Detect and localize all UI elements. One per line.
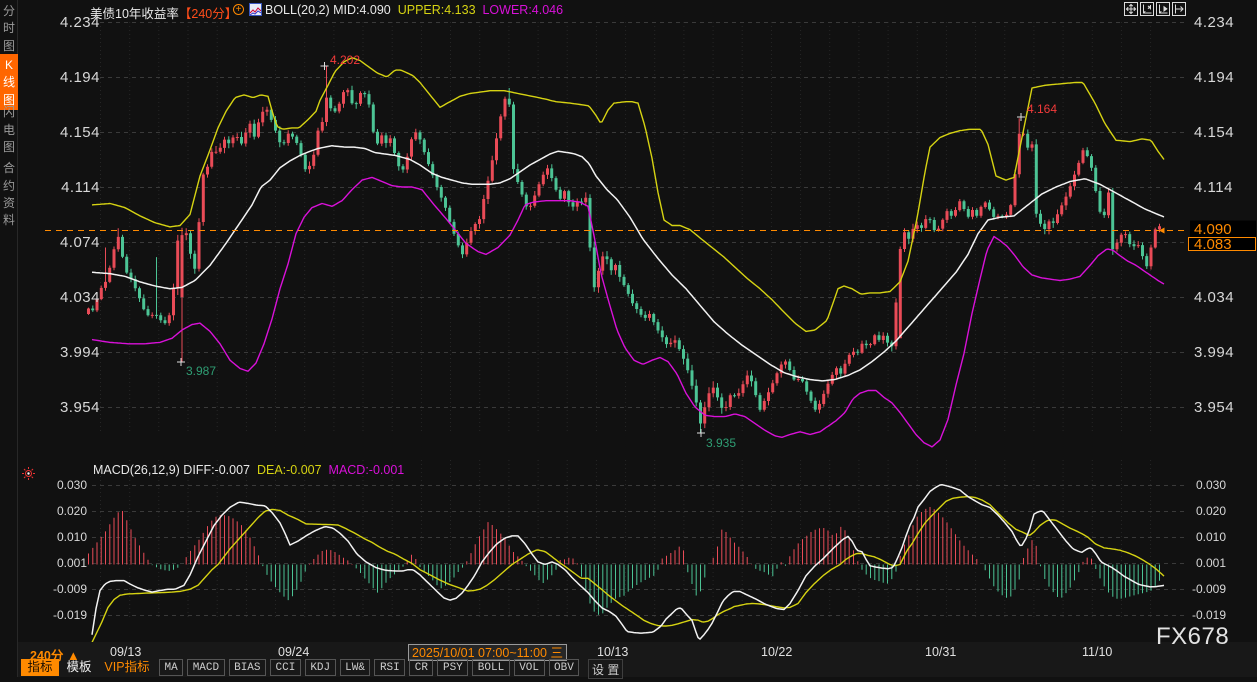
svg-text:-0.019: -0.019 [1192, 608, 1226, 622]
svg-text:4.194: 4.194 [60, 69, 100, 86]
svg-text:3.954: 3.954 [60, 399, 100, 416]
svg-text:4.202: 4.202 [330, 53, 360, 67]
svg-text:0.010: 0.010 [1196, 530, 1226, 544]
svg-text:3.994: 3.994 [60, 344, 100, 361]
svg-text:-0.019: -0.019 [53, 608, 87, 622]
svg-text:3.954: 3.954 [1194, 399, 1234, 416]
svg-text:4.034: 4.034 [60, 289, 100, 306]
svg-text:-0.009: -0.009 [1192, 582, 1226, 596]
svg-text:4.194: 4.194 [1194, 69, 1234, 86]
svg-text:0.020: 0.020 [57, 504, 87, 518]
svg-text:0.010: 0.010 [57, 530, 87, 544]
svg-text:4.154: 4.154 [60, 124, 100, 141]
svg-text:3.935: 3.935 [706, 436, 736, 450]
svg-text:0.001: 0.001 [57, 556, 87, 570]
svg-text:0.001: 0.001 [1196, 556, 1226, 570]
svg-text:3.987: 3.987 [186, 364, 216, 378]
svg-text:0.020: 0.020 [1196, 504, 1226, 518]
svg-text:4.083: 4.083 [1194, 236, 1232, 253]
svg-text:4.114: 4.114 [61, 179, 100, 196]
svg-text:3.994: 3.994 [1194, 344, 1234, 361]
svg-text:-0.009: -0.009 [53, 582, 87, 596]
svg-text:4.034: 4.034 [1194, 289, 1234, 306]
svg-text:4.114: 4.114 [1194, 179, 1233, 196]
svg-text:4.234: 4.234 [1194, 14, 1234, 31]
svg-text:4.154: 4.154 [1194, 124, 1234, 141]
svg-text:0.030: 0.030 [1196, 478, 1226, 492]
svg-text:4.074: 4.074 [60, 234, 100, 251]
svg-text:0.030: 0.030 [57, 478, 87, 492]
svg-text:4.164: 4.164 [1027, 102, 1057, 116]
